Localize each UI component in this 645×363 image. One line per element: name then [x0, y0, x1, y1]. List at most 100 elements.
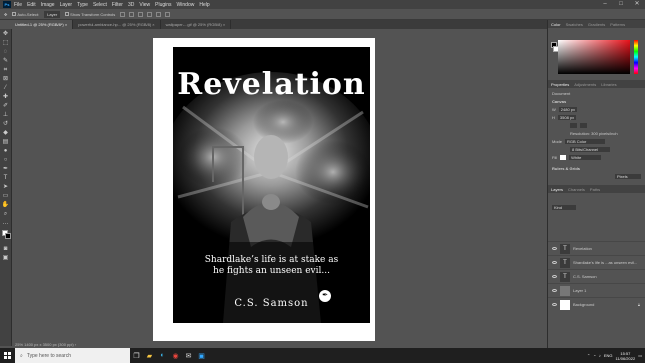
tab-gradients[interactable]: Gradients [588, 22, 605, 27]
layer-row[interactable]: Layer 1 [548, 283, 645, 297]
tab-powerful-ambiance[interactable]: powerful-ambiance-hp... @ 25% (RGB/8) × [73, 20, 161, 29]
layer-row[interactable]: T Revelation [548, 241, 645, 255]
brush-tool-icon[interactable]: ✐ [2, 103, 10, 109]
rulers-section-header[interactable]: Rulers & Grids [552, 166, 641, 171]
healing-brush-icon[interactable]: ✚ [2, 94, 10, 100]
show-transform-checkbox[interactable]: Show Transform Controls [65, 12, 115, 17]
rulers-unit-dropdown[interactable]: Pixels [615, 174, 641, 179]
menu-3d[interactable]: 3D [128, 2, 134, 8]
auto-select-checkbox[interactable]: Auto-Select: [12, 12, 39, 17]
mail-icon[interactable]: ✉ [182, 348, 195, 363]
frame-tool-icon[interactable]: ⊠ [2, 76, 10, 82]
menu-help[interactable]: Help [199, 2, 209, 8]
tab-libraries[interactable]: Libraries [601, 82, 616, 87]
crop-tool-icon[interactable]: ⌗ [2, 67, 10, 73]
blur-tool-icon[interactable]: ● [2, 148, 10, 154]
gradient-tool-icon[interactable]: ▤ [2, 139, 10, 145]
tray-arrow-icon[interactable]: ⌃ [587, 353, 590, 358]
lasso-tool-icon[interactable]: ◌ [2, 49, 10, 55]
tab-paths[interactable]: Paths [590, 187, 600, 192]
network-icon[interactable]: ◔ [593, 353, 595, 358]
menu-view[interactable]: View [139, 2, 150, 8]
visibility-eye-icon[interactable] [552, 247, 557, 250]
tab-wallpaper[interactable]: wallpaper-...gif @ 25% (RGB/8) × [161, 20, 232, 29]
portrait-icon[interactable] [570, 123, 577, 128]
align-bottom-icon[interactable] [165, 11, 171, 17]
chrome-browser-icon[interactable]: ◉ [169, 348, 182, 363]
history-brush-icon[interactable]: ↺ [2, 121, 10, 127]
width-field[interactable]: 2480 px [558, 107, 578, 112]
marquee-tool-icon[interactable]: ⬚ [2, 40, 10, 46]
menu-plugins[interactable]: Plugins [155, 2, 171, 8]
photoshop-taskbar-icon[interactable]: ▣ [195, 348, 208, 363]
volume-icon[interactable]: ♪ [599, 353, 601, 358]
align-left-icon[interactable] [120, 11, 126, 17]
menu-filter[interactable]: Filter [112, 2, 123, 8]
eraser-tool-icon[interactable]: ◆ [2, 130, 10, 136]
more-tools-icon[interactable]: … [2, 220, 10, 226]
visibility-eye-icon[interactable] [552, 303, 557, 306]
zoom-tool-icon[interactable]: ⌕ [2, 211, 10, 217]
color-field[interactable] [558, 40, 630, 74]
screen-mode-icon[interactable]: ▣ [2, 255, 10, 261]
layer-row[interactable]: T C.S. Samson [548, 269, 645, 283]
hand-tool-icon[interactable]: ✋ [2, 202, 10, 208]
fill-dropdown[interactable]: White [569, 155, 602, 160]
move-tool-icon[interactable]: ✥ [2, 31, 10, 37]
auto-select-target-dropdown[interactable]: Layer [44, 10, 61, 18]
tab-channels[interactable]: Channels [568, 187, 585, 192]
align-top-icon[interactable] [147, 11, 153, 17]
align-right-icon[interactable] [138, 11, 144, 17]
layer-row[interactable]: Background 🔒︎ [548, 297, 645, 311]
rectangle-tool-icon[interactable]: ▭ [2, 193, 10, 199]
maximize-button[interactable]: □ [613, 0, 629, 9]
pen-tool-icon[interactable]: ✒ [2, 166, 10, 172]
taskbar-clock[interactable]: 15:57 11/06/2022 [615, 351, 635, 361]
color-swatches[interactable] [0, 230, 11, 244]
task-view-icon[interactable]: ❐ [130, 348, 143, 363]
align-middle-icon[interactable] [156, 11, 162, 17]
close-button[interactable]: ✕ [629, 0, 645, 9]
path-select-icon[interactable]: ➤ [2, 184, 10, 190]
menu-select[interactable]: Select [93, 2, 107, 8]
hue-slider[interactable] [634, 40, 638, 74]
menu-edit[interactable]: Edit [27, 2, 36, 8]
tab-adjustments[interactable]: Adjustments [574, 82, 596, 87]
notifications-icon[interactable]: ▭ [638, 353, 642, 358]
visibility-eye-icon[interactable] [552, 289, 557, 292]
eyedropper-tool-icon[interactable]: ⁄ [2, 85, 10, 91]
minimize-button[interactable]: – [597, 0, 613, 9]
visibility-eye-icon[interactable] [552, 261, 557, 264]
tab-layers[interactable]: Layers [551, 187, 563, 192]
bit-depth-dropdown[interactable]: 8 Bits/Channel [570, 147, 610, 152]
book-cover-artwork[interactable]: Revelation Shardlake’s life is at stake … [173, 47, 370, 323]
align-center-icon[interactable] [129, 11, 135, 17]
file-explorer-icon[interactable]: ▰ [143, 348, 156, 363]
menu-type[interactable]: Type [77, 2, 88, 8]
tab-color[interactable]: Color [551, 22, 561, 27]
menu-window[interactable]: Window [177, 2, 195, 8]
move-tool-icon[interactable]: ✥ [4, 12, 7, 17]
visibility-eye-icon[interactable] [552, 275, 557, 278]
tab-patterns[interactable]: Patterns [610, 22, 625, 27]
clone-stamp-icon[interactable]: ⊥ [2, 112, 10, 118]
canvas-section-header[interactable]: Canvas [552, 99, 641, 104]
tab-untitled-1[interactable]: Untitled-1 @ 25% (RGB/8*) × [10, 20, 74, 29]
tab-properties[interactable]: Properties [551, 82, 569, 87]
landscape-icon[interactable] [580, 123, 587, 128]
layer-row[interactable]: T Shardlake's life is ...as unseen evil.… [548, 255, 645, 269]
menu-file[interactable]: File [14, 2, 22, 8]
mode-dropdown[interactable]: RGB Color [565, 139, 606, 144]
menu-image[interactable]: Image [41, 2, 55, 8]
layer-kind-filter[interactable]: Kind [552, 205, 576, 210]
dodge-tool-icon[interactable]: ○ [2, 157, 10, 163]
tab-swatches[interactable]: Swatches [566, 22, 583, 27]
quick-mask-icon[interactable]: ◙ [2, 246, 10, 252]
height-field[interactable]: 3508 px [557, 115, 577, 120]
start-button[interactable] [0, 348, 15, 363]
quick-select-tool-icon[interactable]: ✎ [2, 58, 10, 64]
language-indicator[interactable]: ENG [604, 353, 613, 358]
lock-icon[interactable]: 🔒︎ [638, 302, 640, 307]
background-color-swatch[interactable] [5, 233, 11, 239]
menu-layer[interactable]: Layer [60, 2, 73, 8]
